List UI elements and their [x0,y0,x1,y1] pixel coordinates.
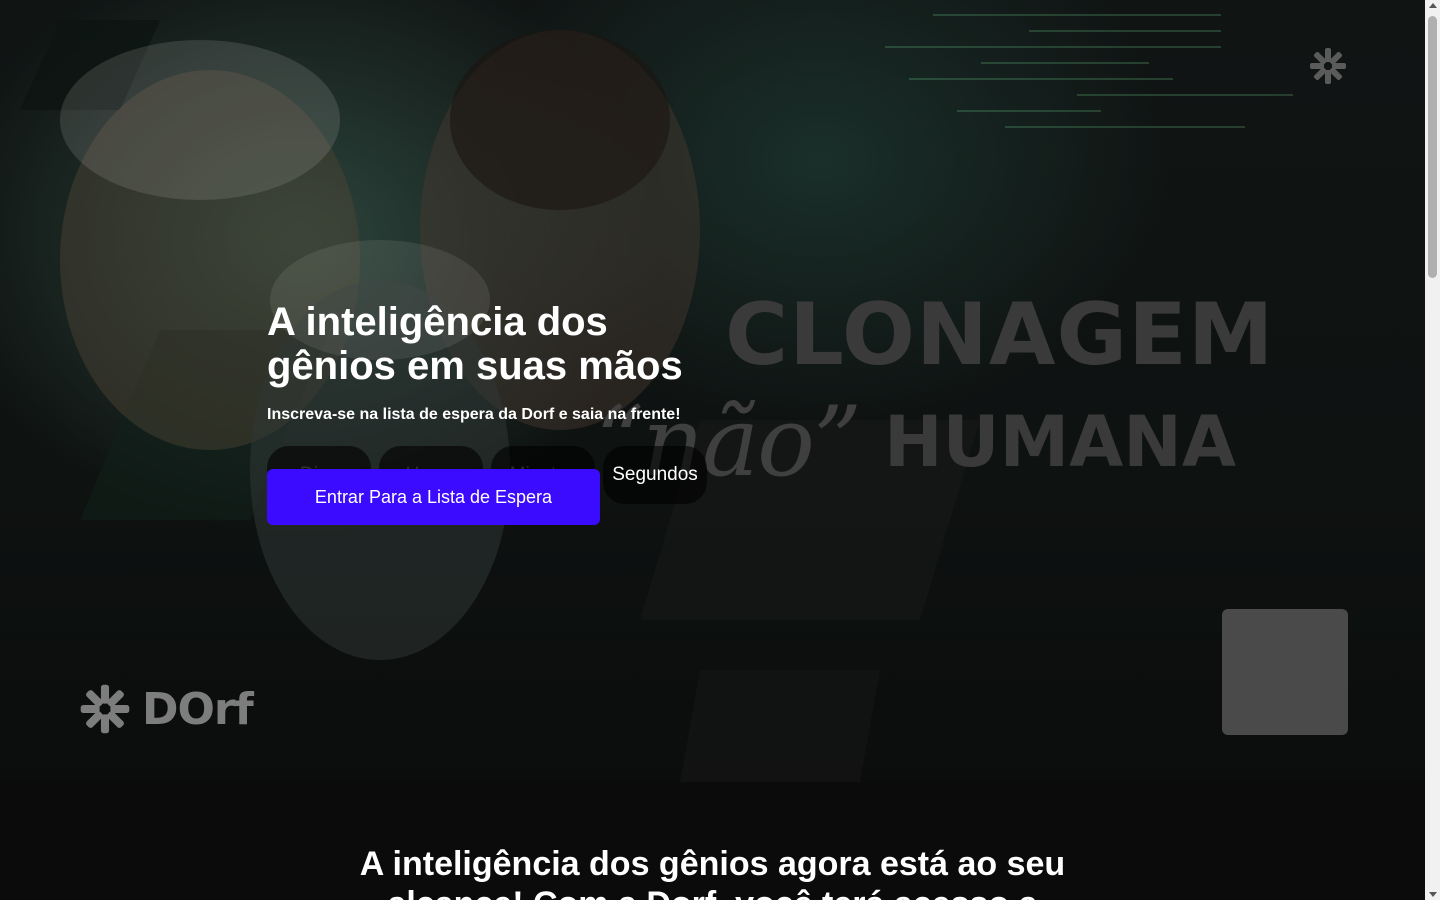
dorf-snowflake-icon[interactable] [1308,46,1348,86]
hero-section: CLONAGEM “não” HUMANA A inteligência dos… [0,0,1425,782]
code-lines-decoration [885,0,1365,260]
join-waitlist-button[interactable]: Entrar Para a Lista de Espera [267,469,600,525]
hero-subheadline: Inscreva-se na lista de espera da Dorf e… [267,406,681,423]
dorf-wordmark: DOrf [142,683,254,735]
hero-headline: A inteligência dos gênios em suas mãos [267,300,683,388]
placeholder-square [1222,609,1348,735]
scrollbar-thumb[interactable] [1428,16,1437,278]
clonagem-humana-watermark: CLONAGEM “não” HUMANA [595,285,1275,498]
intro-section: A inteligência dos gênios agora está ao … [0,782,1425,900]
scroll-down-icon[interactable] [1429,892,1437,897]
countdown-seconds: Segundos [603,446,707,504]
dorf-snowflake-icon [80,684,130,734]
dorf-brand-logo[interactable]: DOrf [78,682,254,736]
scroll-up-icon[interactable] [1429,3,1437,8]
intro-title: A inteligência dos gênios agora está ao … [359,845,1066,900]
page-scrollbar[interactable] [1425,0,1440,900]
page: CLONAGEM “não” HUMANA A inteligência dos… [0,0,1425,900]
watermark-clonagem: CLONAGEM [725,285,1275,385]
watermark-humana: HUMANA [884,401,1237,483]
